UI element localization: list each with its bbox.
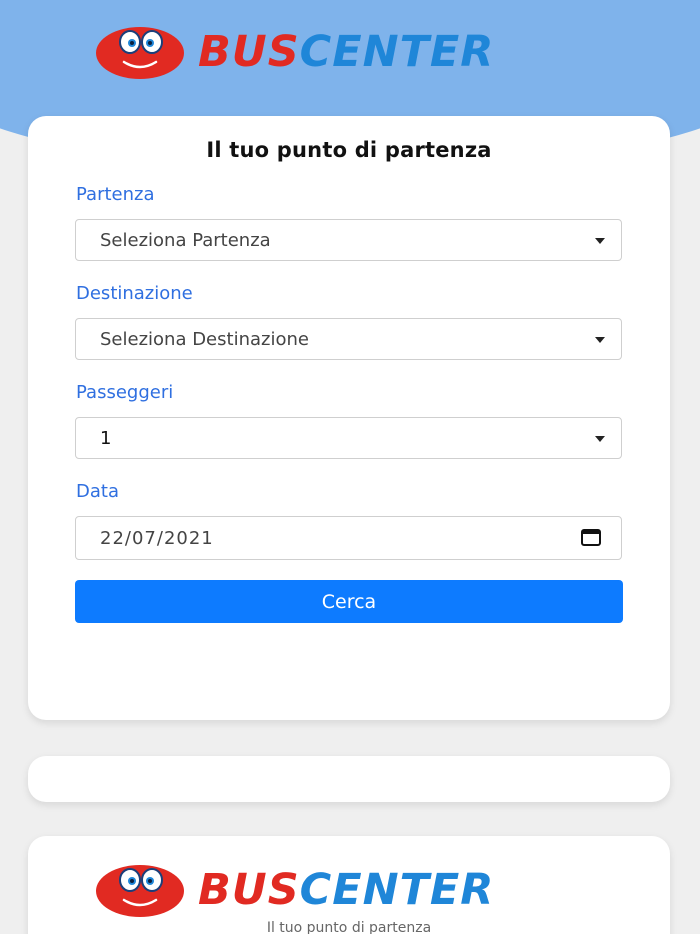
brand-name-center: CENTER	[299, 864, 495, 915]
passengers-select[interactable]: 1	[75, 417, 622, 459]
departure-select-value: Seleziona Partenza	[100, 230, 271, 251]
date-input-value: 22/07/2021	[100, 528, 214, 549]
destination-select-value: Seleziona Destinazione	[100, 329, 309, 350]
smiley-bus-icon	[96, 865, 184, 917]
brand-name-bus: BUS	[198, 864, 300, 915]
destination-select[interactable]: Seleziona Destinazione	[75, 318, 622, 360]
passengers-select-value: 1	[100, 428, 112, 449]
page: BUSCENTER Il tuo punto di partenza Parte…	[0, 0, 700, 934]
departure-select[interactable]: Seleziona Partenza	[75, 219, 622, 261]
date-label: Data	[76, 481, 119, 502]
search-card: Il tuo punto di partenza Partenza Selezi…	[28, 116, 670, 720]
smiley-bus-icon	[96, 27, 184, 79]
footer-tagline: Il tuo punto di partenza	[266, 920, 432, 934]
departure-label: Partenza	[76, 184, 155, 205]
passengers-label: Passeggeri	[76, 382, 174, 403]
chevron-down-icon	[595, 436, 605, 442]
brand-name-center: CENTER	[299, 26, 495, 77]
brand-logo[interactable]: BUSCENTER	[94, 24, 494, 80]
brand-wordmark: BUSCENTER	[198, 30, 494, 74]
chevron-down-icon	[595, 238, 605, 244]
results-card	[28, 756, 670, 802]
footer-brand-wordmark: BUSCENTER	[198, 868, 494, 912]
calendar-icon[interactable]	[581, 528, 601, 546]
chevron-down-icon	[595, 337, 605, 343]
date-input[interactable]: 22/07/2021	[75, 516, 622, 560]
search-button[interactable]: Cerca	[75, 580, 623, 623]
destination-label: Destinazione	[76, 283, 193, 304]
brand-name-bus: BUS	[198, 26, 300, 77]
search-card-title: Il tuo punto di partenza	[206, 138, 492, 162]
footer-brand-logo[interactable]: BUSCENTER	[94, 862, 494, 918]
